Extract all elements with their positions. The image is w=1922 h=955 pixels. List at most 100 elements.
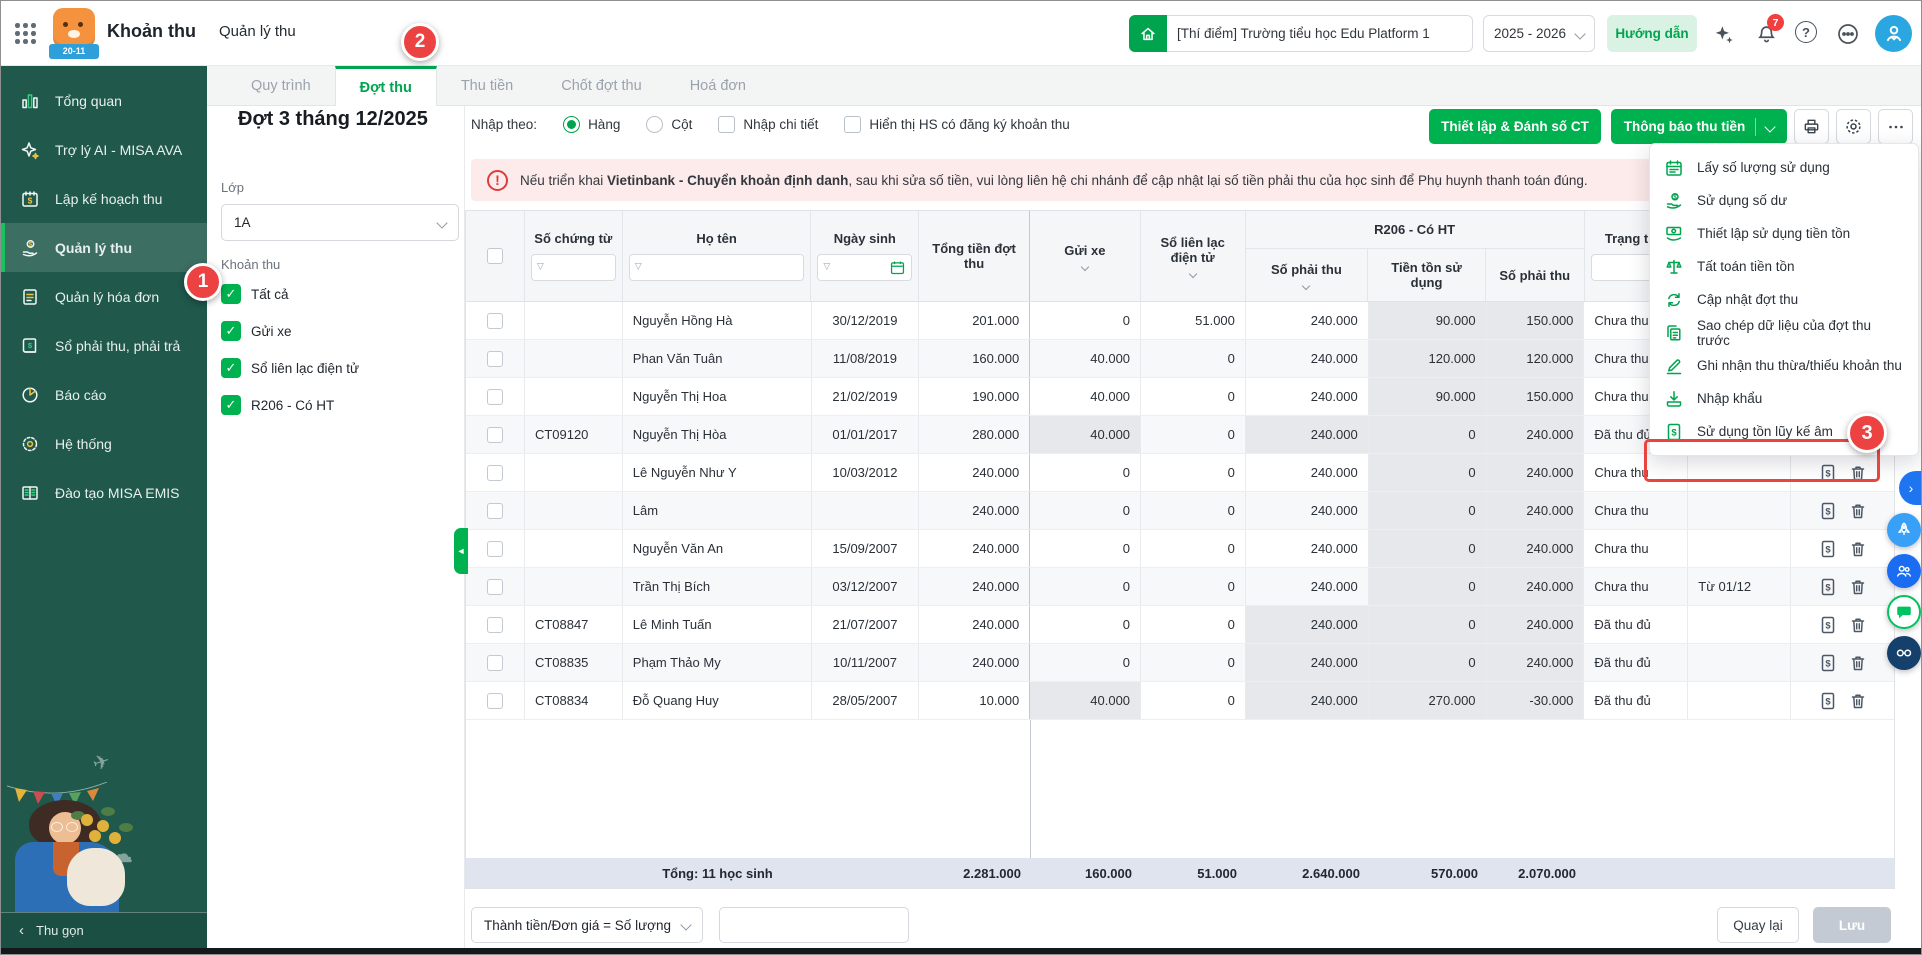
row-checkbox[interactable]	[487, 541, 503, 557]
sidebar-item-t-ng-quan[interactable]: Tổng quan	[1, 76, 207, 125]
sidebar-item-qu-n-l-thu[interactable]: $Quản lý thu	[1, 223, 207, 272]
tab-hoá-đơn[interactable]: Hoá đơn	[666, 66, 770, 106]
save-button[interactable]: Lưu	[1813, 907, 1891, 943]
menu-item-ghi-nh-n-thu-th-a-thi-u-kho-n-thu[interactable]: Ghi nhận thu thừa/thiếu khoản thu	[1650, 349, 1918, 382]
menu-item-t-t-to-n-ti-n-t-n[interactable]: Tất toán tiền tồn	[1650, 250, 1918, 283]
school-year-select[interactable]: 2025 - 2026	[1483, 15, 1595, 52]
select-all-checkbox[interactable]	[487, 248, 503, 264]
row-checkbox[interactable]	[487, 693, 503, 709]
row-checkbox[interactable]	[487, 465, 503, 481]
sidebar-item-l-p-k-ho-ch-thu[interactable]: $Lập kế hoạch thu	[1, 174, 207, 223]
notifications-bell-icon[interactable]: 7	[1753, 21, 1779, 47]
col-name: Họ tên	[696, 231, 736, 246]
row-checkbox[interactable]	[487, 351, 503, 367]
menu-item-l-y-s-l-ng-s-d-ng[interactable]: Lấy số lượng sử dụng	[1650, 151, 1918, 184]
ai-sparkle-icon[interactable]	[1711, 21, 1737, 47]
fee-checkbox-r206-c-ht[interactable]: ✓R206 - Có HT	[221, 395, 334, 415]
receipt-icon[interactable]: $	[1818, 577, 1838, 597]
chevron-down-icon[interactable]	[1188, 270, 1196, 278]
amount-input[interactable]	[719, 907, 909, 943]
eye-fab[interactable]	[1887, 636, 1921, 670]
delete-trash-icon[interactable]	[1848, 463, 1868, 483]
sidebar-item-tr-l-ai-misa-ava[interactable]: Trợ lý AI - MISA AVA	[1, 125, 207, 174]
cell-status: Đã thu đủ	[1584, 644, 1688, 681]
sidebar-item-qu-n-l-h-a-n[interactable]: Quản lý hóa đơn	[1, 272, 207, 321]
home-icon[interactable]	[1129, 15, 1167, 52]
receipt-icon[interactable]: $	[1818, 501, 1838, 521]
row-checkbox[interactable]	[487, 427, 503, 443]
menu-item-thi-t-l-p-s-d-ng-ti-n-t-n[interactable]: Thiết lập sử dụng tiền tồn	[1650, 217, 1918, 250]
row-checkbox[interactable]	[487, 503, 503, 519]
row-checkbox[interactable]	[487, 313, 503, 329]
class-select[interactable]: 1A	[221, 204, 459, 241]
app-title: Khoản thu	[107, 21, 196, 42]
help-icon[interactable]: ?	[1795, 21, 1817, 43]
fee-checkbox-g-i-xe[interactable]: ✓Gửi xe	[221, 321, 292, 341]
row-checkbox[interactable]	[487, 389, 503, 405]
row-checkbox[interactable]	[487, 655, 503, 671]
row-checkbox[interactable]	[487, 579, 503, 595]
more-options-icon[interactable]	[1835, 21, 1861, 47]
chat-fab[interactable]	[1887, 595, 1921, 629]
sidebar-item-label: Quản lý thu	[55, 240, 132, 256]
delete-trash-icon[interactable]	[1848, 691, 1868, 711]
cell-g1: 240.000	[1246, 340, 1369, 377]
receipt-icon[interactable]: $	[1818, 653, 1838, 673]
delete-trash-icon[interactable]	[1848, 577, 1868, 597]
menu-item-c-p-nh-t-t-thu[interactable]: Cập nhật đợt thu	[1650, 283, 1918, 316]
fee-checkbox-t-t-c-[interactable]: ✓Tất cả	[221, 284, 289, 304]
school-selector[interactable]: [Thí điểm] Trường tiểu học Edu Platform …	[1167, 15, 1473, 52]
receipt-icon[interactable]: $	[1818, 615, 1838, 635]
dob-filter-input[interactable]: ▽	[817, 254, 912, 281]
tab-quy-trình[interactable]: Quy trình	[227, 66, 335, 106]
radio-row[interactable]: Hàng	[563, 116, 620, 133]
sidebar-item--o-t-o-misa-emis[interactable]: Đào tạo MISA EMIS	[1, 468, 207, 517]
menu-item-nh-p-kh-u[interactable]: Nhập khẩu	[1650, 382, 1918, 415]
menu-item-s-d-ng-s-d-[interactable]: $Sử dụng số dư	[1650, 184, 1918, 217]
user-avatar[interactable]	[1875, 15, 1912, 52]
app-grid-icon[interactable]	[15, 23, 37, 45]
sidebar-item-b-o-c-o[interactable]: Báo cáo	[1, 370, 207, 419]
back-button[interactable]: Quay lại	[1717, 907, 1799, 943]
tab-đợt-thu[interactable]: Đợt thu	[335, 66, 437, 106]
checkbox-registered-students[interactable]: Hiển thị HS có đăng ký khoản thu	[844, 116, 1069, 133]
cell-g1: 240.000	[1246, 606, 1369, 643]
name-filter-input[interactable]: ▽	[629, 254, 805, 281]
radio-column[interactable]: Cột	[646, 116, 692, 133]
sidebar-item-s-ph-i-thu-ph-i-tr-[interactable]: $Sổ phải thu, phải trả	[1, 321, 207, 370]
checkbox-detail[interactable]: Nhập chi tiết	[718, 116, 818, 133]
receipt-icon[interactable]: $	[1818, 691, 1838, 711]
delete-trash-icon[interactable]	[1848, 653, 1868, 673]
print-icon[interactable]	[1794, 109, 1829, 144]
cell-name: Nguyễn Hồng Hà	[623, 302, 812, 339]
col-reserve-used: Tiền tồn sử dụng	[1368, 249, 1486, 301]
ellipsis-icon[interactable]	[1878, 109, 1913, 144]
cell-dob: 30/12/2019	[812, 302, 920, 339]
delete-trash-icon[interactable]	[1848, 539, 1868, 559]
delete-trash-icon[interactable]	[1848, 501, 1868, 521]
tab-thu-tiền[interactable]: Thu tiền	[437, 66, 537, 106]
chevron-down-icon[interactable]	[1302, 281, 1310, 289]
payment-notice-button[interactable]: Thông báo thu tiền	[1611, 109, 1787, 144]
panel-collapse-handle[interactable]: ◄	[454, 528, 468, 574]
calendar-icon[interactable]	[889, 259, 906, 276]
sidebar-item-h-th-ng[interactable]: Hệ thống	[1, 419, 207, 468]
rocket-fab[interactable]	[1887, 513, 1921, 547]
fee-checkbox-s-li-n-l-c-i-n-t-[interactable]: ✓Sổ liên lạc điện tử	[221, 358, 359, 378]
cell-total: 240.000	[919, 454, 1030, 491]
amount-mode-select[interactable]: Thành tiền/Đơn giá = Số lượng	[471, 907, 703, 943]
receipt-icon[interactable]: $	[1818, 463, 1838, 483]
guide-button[interactable]: Hướng dẫn	[1607, 15, 1697, 52]
tab-chốt-đợt-thu[interactable]: Chốt đợt thu	[537, 66, 665, 106]
row-checkbox[interactable]	[487, 617, 503, 633]
menu-item-sao-ch-p-d-li-u-c-a-t-thu-tr-c[interactable]: Sao chép dữ liệu của đợt thu trước	[1650, 316, 1918, 349]
users-fab[interactable]	[1887, 554, 1921, 588]
delete-trash-icon[interactable]	[1848, 615, 1868, 635]
sidebar-item-label: Hệ thống	[55, 436, 112, 452]
doc-no-filter-input[interactable]: ▽	[531, 254, 616, 281]
settings-gear-icon[interactable]	[1836, 109, 1871, 144]
setup-numbering-button[interactable]: Thiết lập & Đánh số CT	[1429, 109, 1601, 144]
sidebar-collapse-button[interactable]: ‹ Thu gọn	[1, 912, 207, 948]
chevron-down-icon[interactable]	[1081, 262, 1089, 270]
receipt-icon[interactable]: $	[1818, 539, 1838, 559]
